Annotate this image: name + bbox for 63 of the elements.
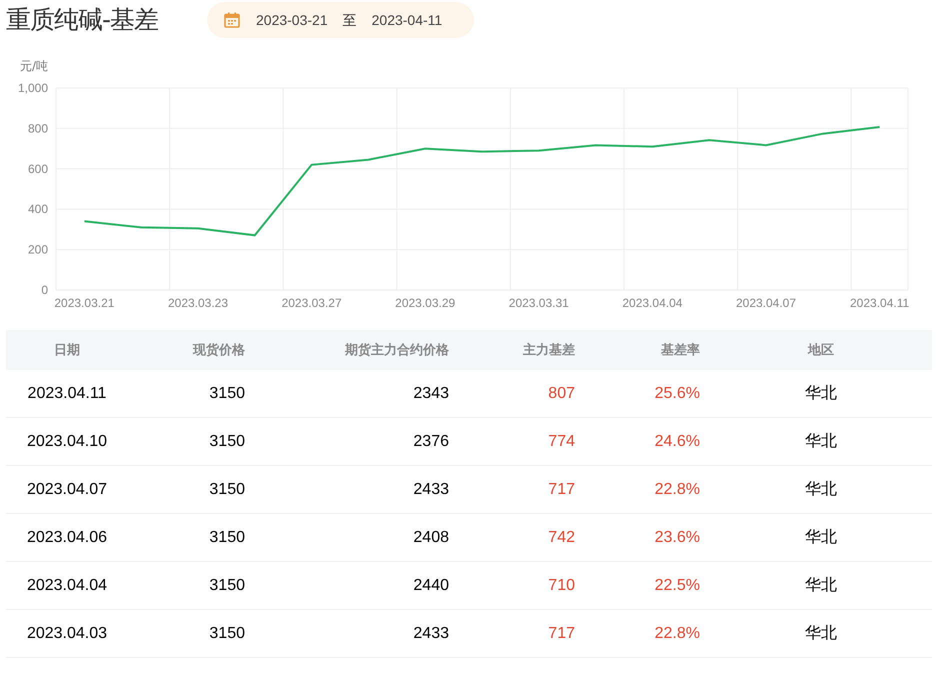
x-axis-label: 2023.04.07 <box>736 296 796 310</box>
spot-price-cell-text: 3150 <box>209 384 245 404</box>
y-axis-label: 200 <box>28 242 48 257</box>
calendar-icon <box>224 12 240 28</box>
date-cell-text: 2023.04.07 <box>26 480 108 500</box>
range-separator: 至 <box>342 10 357 30</box>
x-axis-label: 2023.04.11 <box>850 296 910 310</box>
date-range-picker[interactable]: 2023-03-21 至 2023-04-11 <box>207 2 474 38</box>
spot-price-cell-text: 3150 <box>209 432 245 452</box>
spot-price-cell-text: 3150 <box>209 624 245 644</box>
y-axis-unit: 元/吨 <box>20 59 48 73</box>
x-axis-label: 2023.03.29 <box>395 296 456 310</box>
x-axis-label: 2023.03.23 <box>168 296 228 310</box>
futures-price-cell-text: 2343 <box>413 384 449 404</box>
date-cell-text: 2023.04.11 <box>28 384 106 404</box>
column-header: 日期 <box>54 341 80 360</box>
futures-price-cell-text: 2433 <box>413 624 449 644</box>
basis-cell-text: 807 <box>548 384 575 404</box>
basis-cell-text: 717 <box>548 480 575 500</box>
y-axis-label: 1,000 <box>18 81 48 95</box>
x-axis-label: 2023.03.31 <box>508 296 569 310</box>
end-date: 2023-04-11 <box>372 10 442 30</box>
date-cell-text: 2023.04.04 <box>26 576 108 596</box>
futures-price-cell-text: 2433 <box>413 480 449 500</box>
basis-cell-text: 717 <box>548 624 575 644</box>
basis-rate-cell-text: 22.5% <box>654 576 700 596</box>
x-axis-label: 2023.04.04 <box>622 296 682 310</box>
region-cell-text: 华北 <box>805 384 837 404</box>
x-axis-label: 2023.03.21 <box>54 296 114 310</box>
y-axis-label: 800 <box>28 121 48 136</box>
y-axis-label: 0 <box>41 283 48 297</box>
spot-price-cell-text: 3150 <box>209 480 245 500</box>
basis-rate-cell-text: 22.8% <box>654 480 700 500</box>
column-header: 期货主力合约价格 <box>345 341 449 360</box>
basis-rate-cell-text: 24.6% <box>654 432 700 452</box>
region-cell-text: 华北 <box>805 576 837 596</box>
basis-cell-text: 710 <box>548 576 575 596</box>
date-cell-text: 2023.04.10 <box>26 432 108 452</box>
y-axis-label: 400 <box>28 202 48 216</box>
basis-cell-text: 742 <box>548 528 575 548</box>
basis-cell-text: 774 <box>548 432 575 452</box>
futures-price-cell-text: 2440 <box>413 576 449 596</box>
spot-price-cell-text: 3150 <box>209 576 245 596</box>
column-header: 主力基差 <box>523 341 575 360</box>
date-cell-text: 2023.04.06 <box>26 528 108 548</box>
basis-rate-cell-text: 23.6% <box>654 528 700 548</box>
region-cell-text: 华北 <box>805 432 837 452</box>
region-cell-text: 华北 <box>805 528 837 548</box>
page-title: 重质纯碱-基差 <box>6 4 160 36</box>
column-header: 现货价格 <box>193 341 245 360</box>
futures-price-cell-text: 2408 <box>413 528 449 548</box>
column-header: 基差率 <box>661 341 700 360</box>
date-cell-text: 2023.04.03 <box>26 624 108 644</box>
start-date: 2023-03-21 <box>256 10 328 30</box>
region-cell-text: 华北 <box>805 480 837 500</box>
region-cell-text: 华北 <box>805 624 837 644</box>
column-header: 地区 <box>808 341 834 360</box>
futures-price-cell-text: 2376 <box>413 432 449 452</box>
basis-rate-cell-text: 22.8% <box>654 624 700 644</box>
x-axis-label: 2023.03.27 <box>282 296 342 310</box>
y-axis-label: 600 <box>28 162 48 176</box>
spot-price-cell-text: 3150 <box>209 528 245 548</box>
basis-rate-cell-text: 25.6% <box>654 384 700 404</box>
